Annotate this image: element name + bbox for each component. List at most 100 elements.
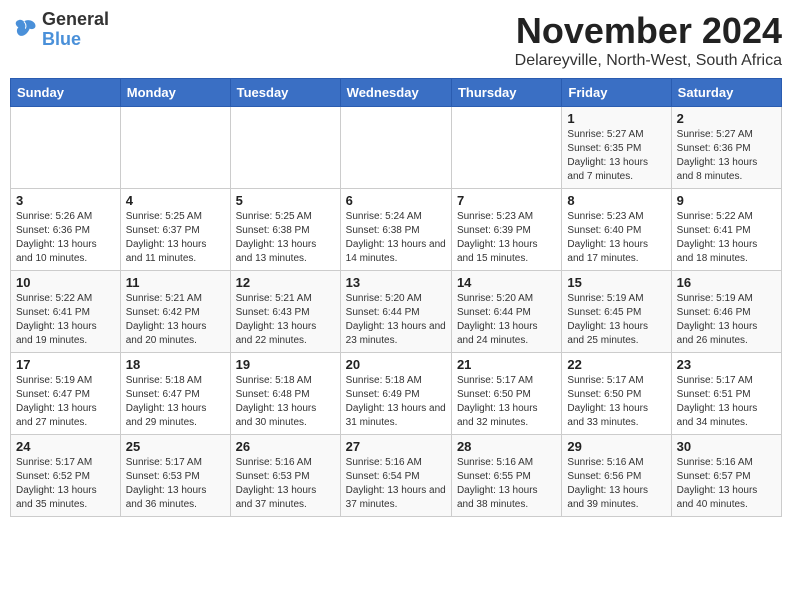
calendar-day-cell: 2 Sunrise: 5:27 AM Sunset: 6:36 PM Daylig… [671, 107, 781, 189]
day-number: 26 [236, 439, 335, 454]
day-info: Sunrise: 5:23 AM Sunset: 6:40 PM Dayligh… [567, 210, 665, 266]
day-number: 11 [126, 275, 225, 290]
day-info: Sunrise: 5:18 AM Sunset: 6:47 PM Dayligh… [126, 374, 225, 430]
day-number: 13 [346, 275, 446, 290]
calendar-day-cell: 25 Sunrise: 5:17 AM Sunset: 6:53 PM Dayli… [120, 435, 230, 517]
calendar-day-cell: 7 Sunrise: 5:23 AM Sunset: 6:39 PM Daylig… [451, 189, 561, 271]
location-title: Delareyville, North-West, South Africa [515, 52, 782, 70]
calendar-day-cell: 29 Sunrise: 5:16 AM Sunset: 6:56 PM Dayli… [562, 435, 671, 517]
calendar-day-cell: 1 Sunrise: 5:27 AM Sunset: 6:35 PM Daylig… [562, 107, 671, 189]
day-info: Sunrise: 5:22 AM Sunset: 6:41 PM Dayligh… [677, 210, 776, 266]
day-info: Sunrise: 5:20 AM Sunset: 6:44 PM Dayligh… [346, 292, 446, 348]
day-of-week-header: Wednesday [340, 79, 451, 107]
calendar-week-row: 17Sunrise: 5:19 AM Sunset: 6:47 PM Dayli… [11, 353, 782, 435]
calendar-day-cell: 21Sunrise: 5:17 AM Sunset: 6:50 PM Dayli… [451, 353, 561, 435]
calendar-day-cell: 3 Sunrise: 5:26 AM Sunset: 6:36 PM Daylig… [11, 189, 121, 271]
calendar-day-cell [451, 107, 561, 189]
day-info: Sunrise: 5:20 AM Sunset: 6:44 PM Dayligh… [457, 292, 556, 348]
calendar-day-cell: 10 Sunrise: 5:22 AM Sunset: 6:41 PM Dayli… [11, 271, 121, 353]
day-info: Sunrise: 5:17 AM Sunset: 6:52 PM Dayligh… [16, 456, 115, 512]
day-info: Sunrise: 5:27 AM Sunset: 6:35 PM Dayligh… [567, 128, 665, 184]
day-info: Sunrise: 5:19 AM Sunset: 6:45 PM Dayligh… [567, 292, 665, 348]
day-info: Sunrise: 5:25 AM Sunset: 6:38 PM Dayligh… [236, 210, 335, 266]
calendar-day-cell: 15 Sunrise: 5:19 AM Sunset: 6:45 PM Dayli… [562, 271, 671, 353]
month-year-title: November 2024 [515, 10, 782, 52]
calendar-day-cell: 30Sunrise: 5:16 AM Sunset: 6:57 PM Dayli… [671, 435, 781, 517]
calendar-day-cell: 28 Sunrise: 5:16 AM Sunset: 6:55 PM Dayli… [451, 435, 561, 517]
calendar-day-cell: 6Sunrise: 5:24 AM Sunset: 6:38 PM Daylig… [340, 189, 451, 271]
day-number: 18 [126, 357, 225, 372]
calendar-day-cell: 20 Sunrise: 5:18 AM Sunset: 6:49 PM Dayli… [340, 353, 451, 435]
day-number: 15 [567, 275, 665, 290]
day-info: Sunrise: 5:27 AM Sunset: 6:36 PM Dayligh… [677, 128, 776, 184]
day-info: Sunrise: 5:16 AM Sunset: 6:53 PM Dayligh… [236, 456, 335, 512]
day-of-week-header: Tuesday [230, 79, 340, 107]
day-number: 6 [346, 193, 446, 208]
calendar-day-cell: 8 Sunrise: 5:23 AM Sunset: 6:40 PM Daylig… [562, 189, 671, 271]
calendar-week-row: 1 Sunrise: 5:27 AM Sunset: 6:35 PM Daylig… [11, 107, 782, 189]
day-of-week-header: Friday [562, 79, 671, 107]
day-number: 24 [16, 439, 115, 454]
day-info: Sunrise: 5:26 AM Sunset: 6:36 PM Dayligh… [16, 210, 115, 266]
day-info: Sunrise: 5:18 AM Sunset: 6:48 PM Dayligh… [236, 374, 335, 430]
day-info: Sunrise: 5:17 AM Sunset: 6:51 PM Dayligh… [677, 374, 776, 430]
calendar-day-cell: 14Sunrise: 5:20 AM Sunset: 6:44 PM Dayli… [451, 271, 561, 353]
day-number: 22 [567, 357, 665, 372]
day-number: 2 [677, 111, 776, 126]
day-number: 19 [236, 357, 335, 372]
calendar-week-row: 24 Sunrise: 5:17 AM Sunset: 6:52 PM Dayli… [11, 435, 782, 517]
calendar-day-cell: 17Sunrise: 5:19 AM Sunset: 6:47 PM Dayli… [11, 353, 121, 435]
calendar-day-cell: 9 Sunrise: 5:22 AM Sunset: 6:41 PM Daylig… [671, 189, 781, 271]
calendar-day-cell [340, 107, 451, 189]
day-number: 4 [126, 193, 225, 208]
day-info: Sunrise: 5:21 AM Sunset: 6:43 PM Dayligh… [236, 292, 335, 348]
day-info: Sunrise: 5:17 AM Sunset: 6:50 PM Dayligh… [457, 374, 556, 430]
day-number: 8 [567, 193, 665, 208]
day-of-week-header: Sunday [11, 79, 121, 107]
day-number: 17 [16, 357, 115, 372]
day-number: 23 [677, 357, 776, 372]
day-number: 20 [346, 357, 446, 372]
day-info: Sunrise: 5:16 AM Sunset: 6:54 PM Dayligh… [346, 456, 446, 512]
page-header: General Blue November 2024 Delareyville,… [10, 10, 782, 70]
day-info: Sunrise: 5:23 AM Sunset: 6:39 PM Dayligh… [457, 210, 556, 266]
day-number: 10 [16, 275, 115, 290]
day-info: Sunrise: 5:25 AM Sunset: 6:37 PM Dayligh… [126, 210, 225, 266]
calendar-day-cell: 22Sunrise: 5:17 AM Sunset: 6:50 PM Dayli… [562, 353, 671, 435]
calendar-day-cell: 16 Sunrise: 5:19 AM Sunset: 6:46 PM Dayli… [671, 271, 781, 353]
day-info: Sunrise: 5:16 AM Sunset: 6:55 PM Dayligh… [457, 456, 556, 512]
calendar-day-cell: 13 Sunrise: 5:20 AM Sunset: 6:44 PM Dayli… [340, 271, 451, 353]
day-info: Sunrise: 5:18 AM Sunset: 6:49 PM Dayligh… [346, 374, 446, 430]
day-number: 5 [236, 193, 335, 208]
calendar-week-row: 10 Sunrise: 5:22 AM Sunset: 6:41 PM Dayli… [11, 271, 782, 353]
calendar-day-cell: 26 Sunrise: 5:16 AM Sunset: 6:53 PM Dayli… [230, 435, 340, 517]
day-info: Sunrise: 5:19 AM Sunset: 6:46 PM Dayligh… [677, 292, 776, 348]
calendar-day-cell [120, 107, 230, 189]
calendar-body: 1 Sunrise: 5:27 AM Sunset: 6:35 PM Daylig… [11, 107, 782, 517]
day-number: 27 [346, 439, 446, 454]
calendar-day-cell: 12 Sunrise: 5:21 AM Sunset: 6:43 PM Dayli… [230, 271, 340, 353]
day-info: Sunrise: 5:21 AM Sunset: 6:42 PM Dayligh… [126, 292, 225, 348]
day-info: Sunrise: 5:17 AM Sunset: 6:53 PM Dayligh… [126, 456, 225, 512]
day-number: 25 [126, 439, 225, 454]
day-info: Sunrise: 5:16 AM Sunset: 6:56 PM Dayligh… [567, 456, 665, 512]
day-number: 9 [677, 193, 776, 208]
day-number: 16 [677, 275, 776, 290]
logo-text: General Blue [42, 10, 109, 50]
logo-bird-icon [10, 16, 38, 44]
day-of-week-header: Thursday [451, 79, 561, 107]
day-info: Sunrise: 5:22 AM Sunset: 6:41 PM Dayligh… [16, 292, 115, 348]
day-number: 28 [457, 439, 556, 454]
day-number: 3 [16, 193, 115, 208]
day-number: 12 [236, 275, 335, 290]
day-of-week-header: Saturday [671, 79, 781, 107]
calendar-day-cell: 23 Sunrise: 5:17 AM Sunset: 6:51 PM Dayli… [671, 353, 781, 435]
day-number: 29 [567, 439, 665, 454]
calendar-day-cell: 19 Sunrise: 5:18 AM Sunset: 6:48 PM Dayli… [230, 353, 340, 435]
day-number: 7 [457, 193, 556, 208]
calendar-day-cell: 18 Sunrise: 5:18 AM Sunset: 6:47 PM Dayli… [120, 353, 230, 435]
calendar-day-cell: 27 Sunrise: 5:16 AM Sunset: 6:54 PM Dayli… [340, 435, 451, 517]
calendar-week-row: 3 Sunrise: 5:26 AM Sunset: 6:36 PM Daylig… [11, 189, 782, 271]
day-number: 1 [567, 111, 665, 126]
title-block: November 2024 Delareyville, North-West, … [515, 10, 782, 70]
